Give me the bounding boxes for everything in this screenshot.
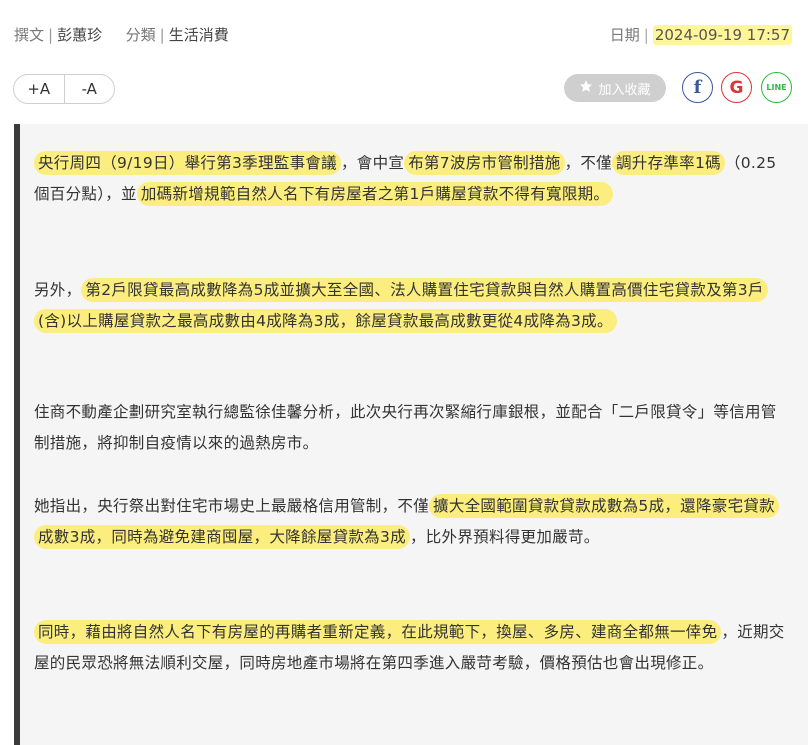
article-toolbar: +A -A 加入收藏 f G LINE (0, 72, 808, 108)
text-segment: ，不僅 (564, 154, 612, 172)
font-size-control: +A -A (13, 74, 115, 104)
date-label: 日期 (609, 26, 640, 44)
highlighted-text: 加碼新增規範自然人名下有房屋者之第1戶購屋貸款不得有寬限期。 (136, 182, 614, 206)
google-share-icon[interactable]: G (721, 72, 752, 103)
paragraph: 另外， 第2戶限貸最高成數降為5成並擴大至全國、法人購置住宅貸款與自然人購置高價住… (34, 275, 786, 337)
paragraph: 她指出，央行祭出對住宅市場史上最嚴格信用管制，不僅 擴大全國範圍貸款貸款成數為5成… (34, 491, 786, 553)
paragraph: 住商不動產企劃研究室執行總監徐佳馨分析，此次央行再次緊縮行庫銀根，並配合「二戶限… (34, 397, 786, 459)
line-share-icon[interactable]: LINE (761, 72, 792, 103)
text-segment: 另外， (34, 281, 82, 299)
divider: | (643, 26, 649, 44)
text-segment: 住商不動產企劃研究室執行總監徐佳馨分析，此次央行再次緊縮行庫銀根，並配合「二戶限… (34, 403, 777, 452)
font-decrease-button[interactable]: -A (63, 75, 115, 103)
highlighted-text: 第2戶限貸最高成數降為5成並擴大至全國、法人購置住宅貸款與自然人購置高價住宅貸款… (34, 278, 768, 333)
highlighted-text: 同時，藉由將自然人名下有房屋的再購者重新定義，在此規範下，換屋、多房、建商全都無… (34, 620, 722, 644)
author-label: 撰文 (14, 26, 45, 44)
font-increase-button[interactable]: +A (14, 75, 64, 103)
add-favorite-button[interactable]: 加入收藏 (564, 74, 666, 102)
divider: | (159, 26, 165, 44)
divider: | (48, 26, 54, 44)
favorite-label: 加入收藏 (598, 82, 651, 98)
dateline: 日期 | 2024-09-19 17:57 (610, 24, 792, 45)
highlighted-text: 央行周四（9/19日）舉行第3季理監事會議 (34, 151, 341, 175)
author-name[interactable]: 彭蕙珍 (57, 26, 102, 44)
text-segment: ，會中宣 (340, 154, 405, 172)
publish-date: 2024-09-19 17:57 (652, 25, 792, 45)
highlighted-text: 布第7波房市管制措施 (404, 151, 565, 175)
facebook-share-icon[interactable]: f (682, 72, 713, 103)
paragraph: 央行周四（9/19日）舉行第3季理監事會議 ，會中宣 布第7波房市管制措施 ，不僅 調升… (34, 148, 786, 210)
text-segment: ，比外界預料得更加嚴苛。 (409, 528, 600, 546)
highlighted-text: 調升存準率1碼 (611, 151, 725, 175)
text-segment: 她指出，央行祭出對住宅市場史上最嚴格信用管制，不僅 (34, 497, 430, 515)
article-meta: 撰文 | 彭蕙珍 分類 | 生活消費 日期 | 2024-09-19 17:57 (0, 0, 808, 70)
category-label: 分類 (125, 26, 156, 44)
star-icon (579, 79, 593, 97)
category-name[interactable]: 生活消費 (169, 26, 229, 44)
paragraph: 同時，藉由將自然人名下有房屋的再購者重新定義，在此規範下，換屋、多房、建商全都無… (34, 617, 786, 679)
byline: 撰文 | 彭蕙珍 分類 | 生活消費 (14, 24, 229, 45)
article-body: 央行周四（9/19日）舉行第3季理監事會議 ，會中宣 布第7波房市管制措施 ，不僅 調升… (14, 124, 808, 745)
